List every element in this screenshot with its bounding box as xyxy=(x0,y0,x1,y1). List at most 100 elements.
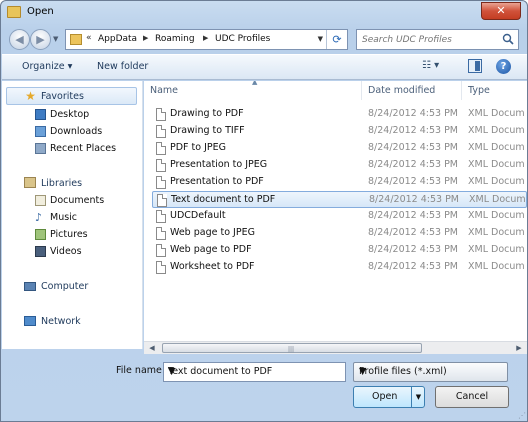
file-row[interactable]: Web page to JPEG 8/24/2012 4:53 PM XML D… xyxy=(152,225,527,242)
sidebar-item-label: Desktop xyxy=(50,109,90,120)
breadcrumb-roaming[interactable]: Roaming xyxy=(155,34,195,44)
resize-grip-icon[interactable]: ⋰ xyxy=(518,411,526,420)
search-icon[interactable] xyxy=(502,33,514,45)
file-date: 8/24/2012 4:53 PM xyxy=(368,210,459,221)
sidebar-item-music[interactable]: ♪ Music xyxy=(2,210,142,227)
file-row[interactable]: Worksheet to PDF 8/24/2012 4:53 PM XML D… xyxy=(152,259,527,276)
chevron-down-icon[interactable]: ▼ xyxy=(168,366,341,377)
sidebar-item-label: Downloads xyxy=(50,126,103,137)
file-name: Text document to PDF xyxy=(171,194,276,205)
breadcrumb-appdata[interactable]: AppData xyxy=(98,34,137,44)
open-button[interactable]: Open ▼ xyxy=(353,386,425,408)
file-type: XML Docum xyxy=(468,159,525,170)
file-name: Worksheet to PDF xyxy=(170,261,255,272)
search-input[interactable] xyxy=(357,30,497,49)
column-header-name[interactable]: ▲ Name xyxy=(144,81,362,100)
new-folder-button[interactable]: New folder xyxy=(97,61,148,72)
file-type: XML Docum xyxy=(468,142,525,153)
file-name-field[interactable]: Text document to PDF ▼ xyxy=(163,362,346,382)
file-row[interactable]: UDCDefault 8/24/2012 4:53 PM XML Docum xyxy=(152,208,527,225)
sidebar-item-documents[interactable]: Documents xyxy=(2,193,142,210)
command-toolbar: Organize ▾ New folder ☷ ▾ ? xyxy=(2,54,527,80)
desktop-icon xyxy=(35,109,46,120)
sidebar-item-desktop[interactable]: Desktop xyxy=(2,107,142,124)
file-row-selected[interactable]: Text document to PDF 8/24/2012 4:53 PM X… xyxy=(152,191,527,208)
sidebar-item-videos[interactable]: Videos xyxy=(2,244,142,261)
file-date: 8/24/2012 4:53 PM xyxy=(369,194,460,205)
column-header-type[interactable]: Type xyxy=(462,81,527,100)
help-button[interactable]: ? xyxy=(496,59,511,74)
folder-icon xyxy=(7,6,21,18)
sidebar-item-label: Pictures xyxy=(50,229,88,240)
file-type-filter[interactable]: Profile files (*.xml) ▼ xyxy=(353,362,508,382)
file-type: XML Docum xyxy=(468,227,525,238)
file-type: XML Docum xyxy=(468,210,525,221)
chevron-right-icon[interactable]: ▶ xyxy=(143,34,148,42)
scroll-right-icon[interactable]: ▶ xyxy=(512,343,526,354)
change-view-button[interactable]: ☷ ▾ xyxy=(422,60,452,76)
document-icon xyxy=(156,227,166,240)
file-date: 8/24/2012 4:53 PM xyxy=(368,125,459,136)
navigation-bar: ◀ ▶ ▼ « AppData ▶ Roaming ▶ UDC Profiles… xyxy=(1,26,527,53)
horizontal-scrollbar[interactable]: ◀ ||| ▶ xyxy=(144,341,527,354)
search-box[interactable] xyxy=(356,29,519,50)
sidebar-group-network[interactable]: Network xyxy=(2,313,142,331)
breadcrumb-udc-profiles[interactable]: UDC Profiles xyxy=(215,34,270,44)
file-name: UDCDefault xyxy=(170,210,226,221)
recent-locations-dropdown[interactable]: ▼ xyxy=(53,35,58,43)
cancel-button[interactable]: Cancel xyxy=(435,386,509,408)
chevron-down-icon[interactable]: ▼ xyxy=(318,35,323,43)
file-type: XML Docum xyxy=(468,125,525,136)
forward-button[interactable]: ▶ xyxy=(30,29,51,50)
file-name: PDF to JPEG xyxy=(170,142,226,153)
scrollbar-thumb[interactable]: ||| xyxy=(162,343,422,353)
document-icon xyxy=(157,194,167,207)
scroll-left-icon[interactable]: ◀ xyxy=(145,343,159,354)
sidebar-item-recent-places[interactable]: Recent Places xyxy=(2,141,142,158)
file-row[interactable]: Drawing to TIFF 8/24/2012 4:53 PM XML Do… xyxy=(152,123,527,140)
sidebar-group-favorites[interactable]: ★ Favorites xyxy=(6,87,137,105)
file-name: Drawing to TIFF xyxy=(170,125,245,136)
window-title: Open xyxy=(27,6,54,17)
file-row[interactable]: Drawing to PDF 8/24/2012 4:53 PM XML Doc… xyxy=(152,106,527,123)
sidebar-item-label: Music xyxy=(50,212,78,223)
column-header-date[interactable]: Date modified xyxy=(362,81,462,100)
file-date: 8/24/2012 4:53 PM xyxy=(368,244,459,255)
column-label: Name xyxy=(150,85,179,96)
sidebar-item-downloads[interactable]: Downloads xyxy=(2,124,142,141)
sidebar-group-libraries[interactable]: Libraries xyxy=(2,175,142,193)
close-button[interactable]: ✕ xyxy=(481,2,521,20)
chevron-down-icon[interactable]: ▼ xyxy=(411,387,425,407)
file-row[interactable]: Web page to PDF 8/24/2012 4:53 PM XML Do… xyxy=(152,242,527,259)
downloads-icon xyxy=(35,126,46,137)
star-icon: ★ xyxy=(25,89,36,103)
chevron-down-icon[interactable]: ▼ xyxy=(359,366,501,377)
title-bar[interactable]: Open ✕ xyxy=(1,1,527,25)
file-date: 8/24/2012 4:53 PM xyxy=(368,142,459,153)
grip-icon: ||| xyxy=(288,346,295,353)
sidebar-item-label: Videos xyxy=(50,246,82,257)
sidebar-group-label: Libraries xyxy=(41,178,83,189)
organize-button[interactable]: Organize ▾ xyxy=(22,61,72,72)
document-icon xyxy=(156,159,166,172)
column-label: Date modified xyxy=(368,85,436,96)
file-row[interactable]: Presentation to JPEG 8/24/2012 4:53 PM X… xyxy=(152,157,527,174)
preview-pane-button[interactable] xyxy=(468,59,482,73)
network-icon xyxy=(24,316,36,326)
file-row[interactable]: Presentation to PDF 8/24/2012 4:53 PM XM… xyxy=(152,174,527,191)
refresh-button[interactable]: ⟳ xyxy=(326,30,347,49)
file-name: Drawing to PDF xyxy=(170,108,244,119)
back-button[interactable]: ◀ xyxy=(9,29,30,50)
breadcrumb-overflow[interactable]: « xyxy=(86,33,92,43)
document-icon xyxy=(156,125,166,138)
sidebar-group-computer[interactable]: Computer xyxy=(2,278,142,296)
file-row[interactable]: PDF to JPEG 8/24/2012 4:53 PM XML Docum xyxy=(152,140,527,157)
file-name: Presentation to JPEG xyxy=(170,159,268,170)
libraries-icon xyxy=(24,177,36,188)
sidebar-item-pictures[interactable]: Pictures xyxy=(2,227,142,244)
folder-icon xyxy=(70,34,82,45)
chevron-right-icon[interactable]: ▶ xyxy=(203,34,208,42)
address-bar[interactable]: « AppData ▶ Roaming ▶ UDC Profiles ▼ ⟳ xyxy=(65,29,348,50)
sidebar-group-label: Computer xyxy=(41,281,89,292)
file-type: XML Docum xyxy=(468,244,525,255)
